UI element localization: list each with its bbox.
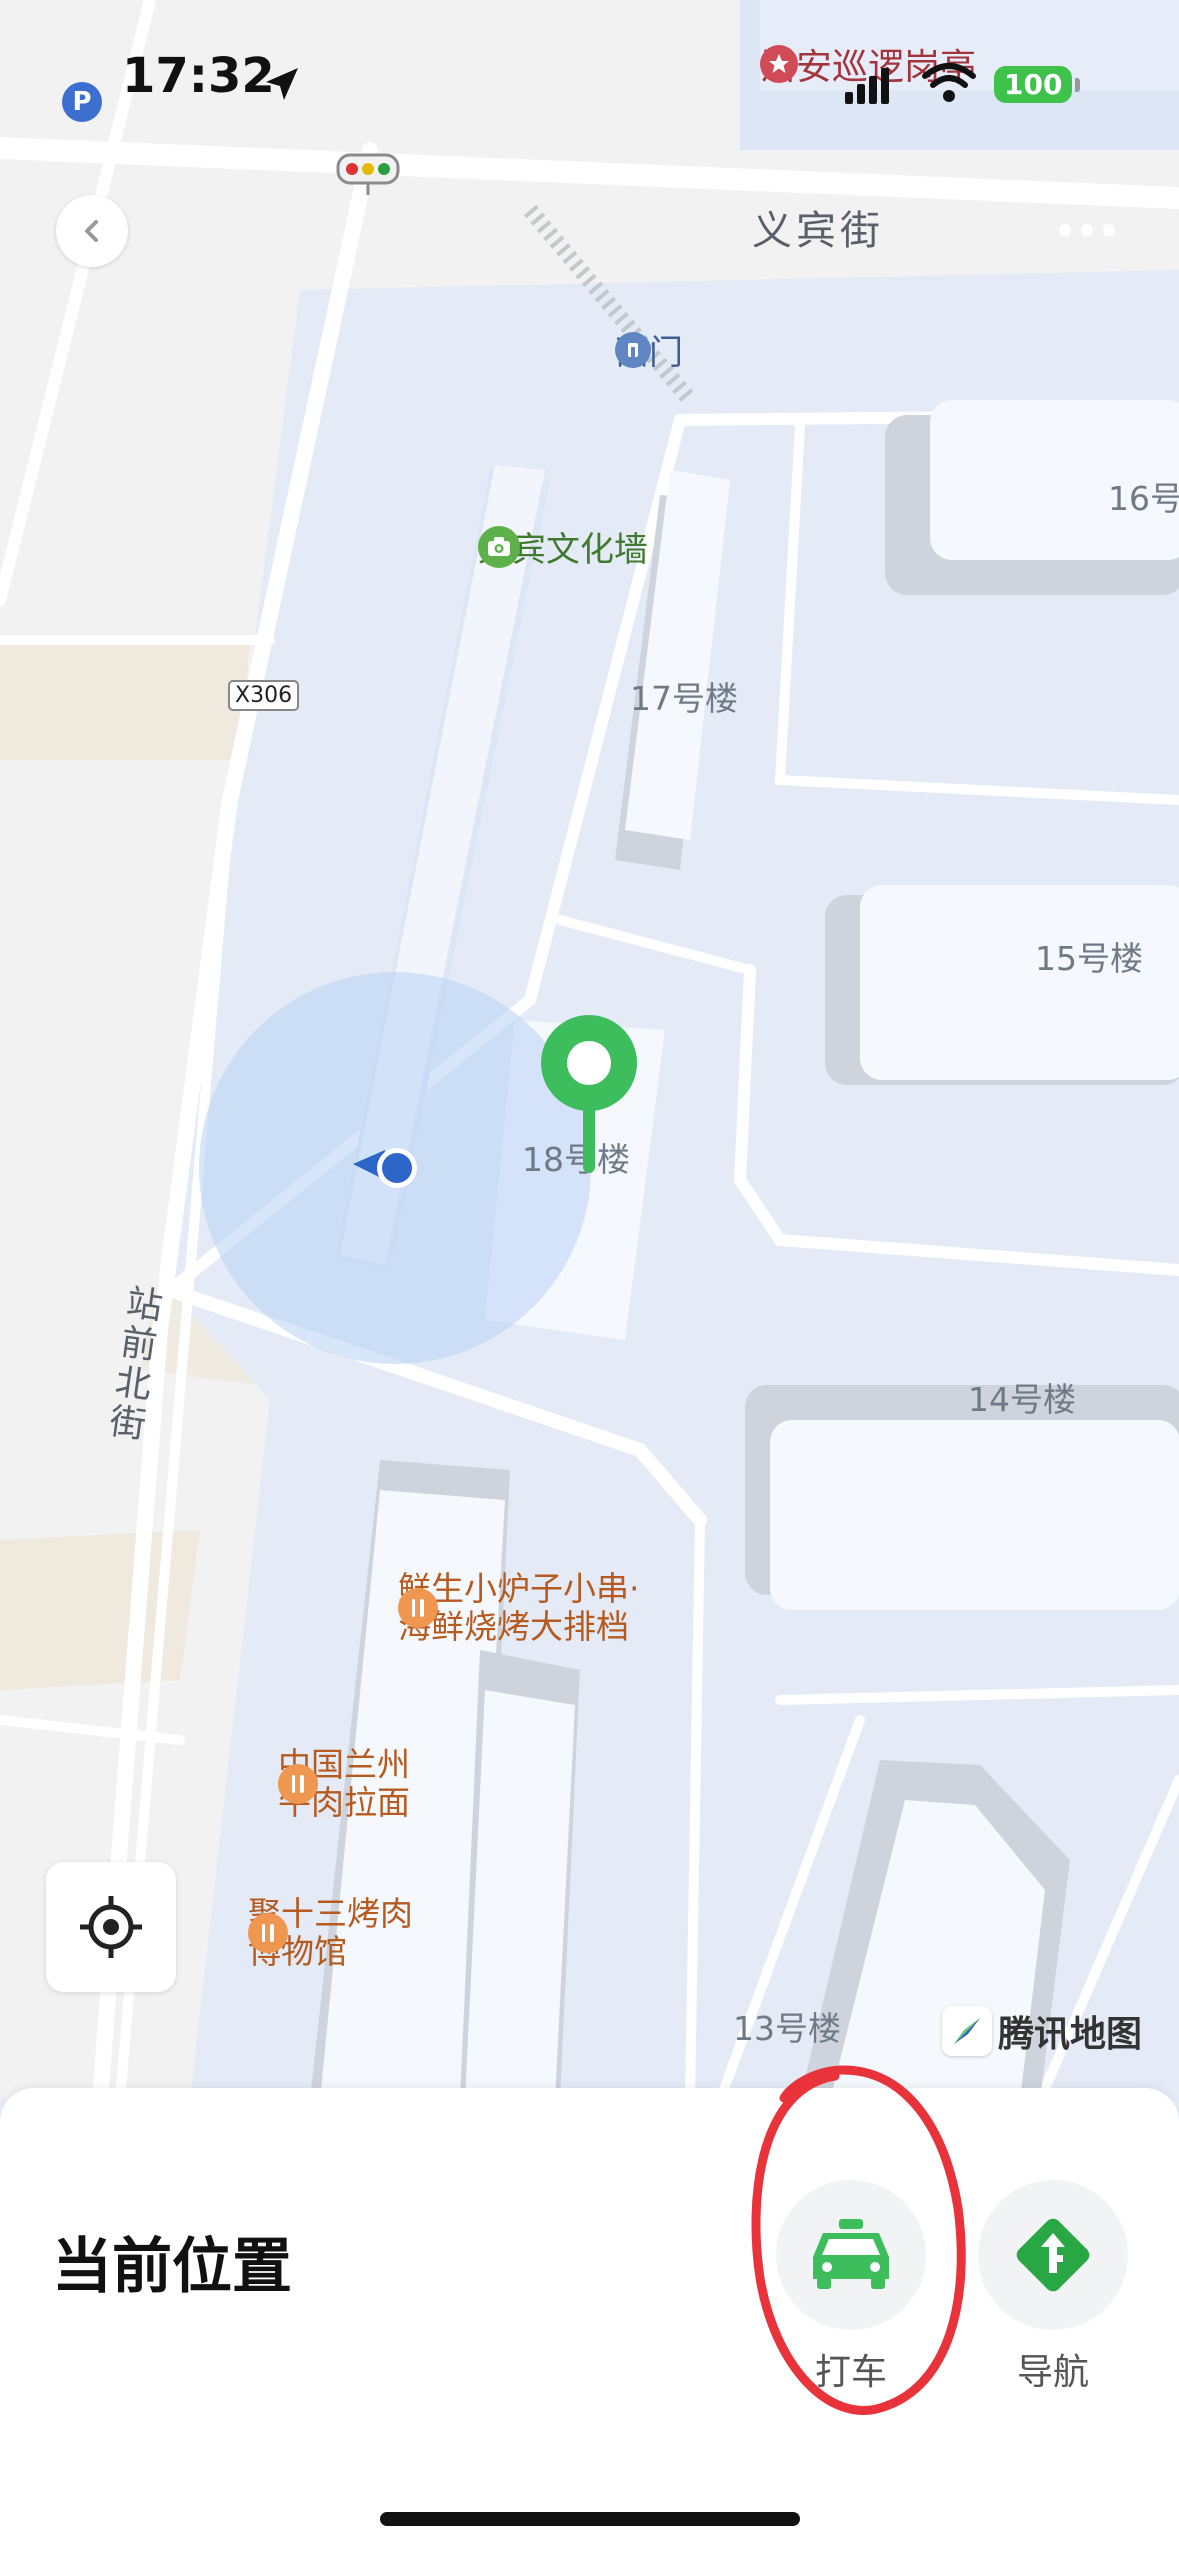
more-dot-icon: [1081, 224, 1093, 236]
destination-pin-icon[interactable]: [536, 1013, 642, 1173]
poi-culture-wall[interactable]: 义宾文化墙: [478, 522, 648, 571]
chevron-left-icon: [85, 220, 98, 242]
more-dot-icon: [1103, 224, 1115, 236]
home-indicator[interactable]: [380, 2512, 800, 2526]
poi-restaurant-lanzhou[interactable]: 中国兰州 牛肉拉面: [278, 1746, 410, 1822]
poi-west-gate[interactable]: 西门: [615, 325, 683, 374]
poi-restaurant-bbq-museum[interactable]: 聚十三烤肉 博物馆: [248, 1895, 413, 1971]
building-label: 16号: [1108, 479, 1179, 518]
battery-level: 100: [994, 66, 1073, 103]
building-label: 14号楼: [968, 1380, 1076, 1419]
map-view[interactable]: 义宾街 X306 站 前 北 街 16号 17号楼 15号楼 18号楼 14号楼…: [0, 0, 1179, 2108]
road-label-yibin-street: 义宾街: [752, 208, 884, 254]
gate-icon: [615, 331, 651, 368]
locate-me-button[interactable]: [46, 1862, 176, 1992]
bottom-sheet: 当前位置 打车 导航: [0, 2065, 1179, 2556]
parking-badge: P: [62, 82, 102, 122]
road-char: 站: [123, 1282, 166, 1328]
road-char: 街: [107, 1401, 149, 1447]
user-location-marker: [353, 1148, 417, 1188]
annotation-circle: [751, 2065, 966, 2415]
navigation-button[interactable]: [978, 2180, 1128, 2330]
attribution-text: 腾讯地图: [998, 2014, 1143, 2055]
wifi-icon: [922, 63, 976, 102]
road-shield-x306: X306: [228, 680, 300, 711]
location-arrow-icon: [266, 68, 298, 100]
more-dot-icon: [1059, 224, 1071, 236]
road-char: 前: [118, 1321, 160, 1368]
location-title: 当前位置: [52, 2232, 292, 2302]
back-button[interactable]: [56, 195, 128, 267]
camera-icon: [478, 525, 520, 568]
status-time: 17:32: [122, 48, 275, 104]
navigation-label[interactable]: 导航: [978, 2343, 1128, 2395]
battery-indicator: 100: [994, 66, 1081, 103]
building-label: 13号楼: [733, 2009, 841, 2048]
police-icon: [760, 45, 798, 83]
building-label: 15号楼: [1035, 939, 1143, 978]
more-button[interactable]: [1042, 210, 1132, 250]
crosshair-icon: [80, 1896, 142, 1958]
cellular-signal-icon: [845, 68, 889, 104]
road-char: 北: [112, 1361, 154, 1408]
restaurant-icon: [248, 1913, 288, 1953]
building-label: 17号楼: [630, 679, 738, 718]
restaurant-icon: [398, 1588, 438, 1628]
poi-restaurant-bbq[interactable]: 鲜生小炉子小串· 海鲜烧烤大排档: [398, 1570, 640, 1646]
navigation-icon: [1016, 2218, 1090, 2292]
battery-cap: [1075, 77, 1081, 92]
restaurant-icon: [278, 1764, 318, 1804]
